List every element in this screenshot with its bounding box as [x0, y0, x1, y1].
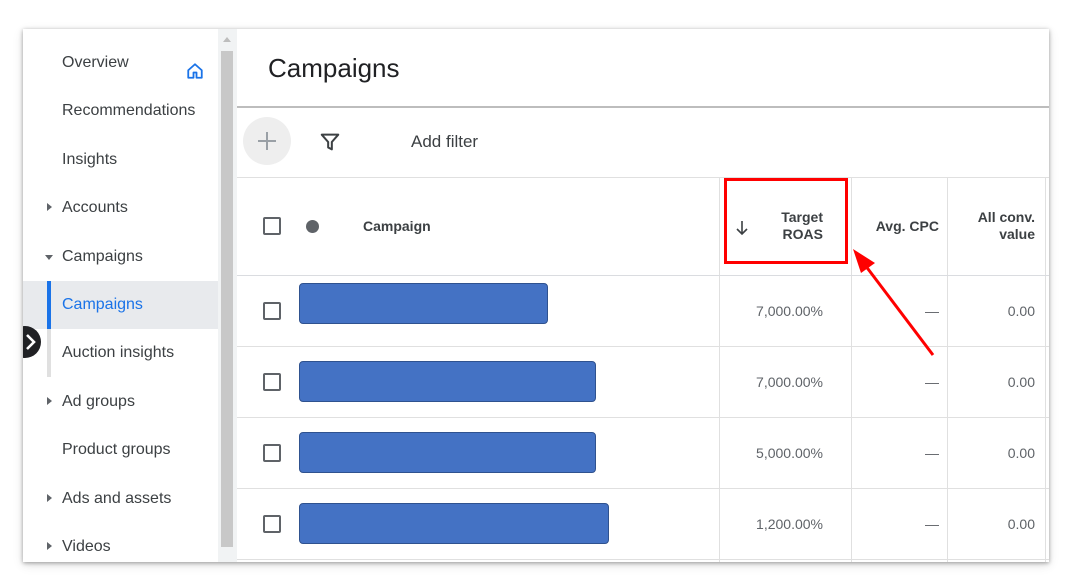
sidebar-item-label: Videos [62, 538, 111, 555]
sidebar-item-overview[interactable]: Overview [23, 39, 218, 87]
plus-icon [258, 132, 276, 150]
sidebar-item-label: Ad groups [62, 393, 135, 410]
target-roas-cell: 1,200.00% [756, 516, 823, 532]
sidebar-item-videos[interactable]: Videos [23, 523, 218, 562]
sidebar-item-auction-insights[interactable]: Auction insights [23, 329, 218, 377]
sidebar-item-campaigns[interactable]: Campaigns [23, 281, 218, 329]
select-all-checkbox[interactable] [263, 217, 281, 235]
sidebar-item-label: Recommendations [62, 102, 196, 119]
page-title: Campaigns [268, 53, 400, 83]
sidebar-item-ads-and-assets[interactable]: Ads and assets [23, 475, 218, 523]
filter-icon[interactable] [319, 131, 341, 153]
add-button[interactable] [243, 117, 291, 165]
redacted-campaign-name[interactable] [299, 361, 596, 402]
redacted-campaign-name[interactable] [299, 503, 609, 544]
all-conv-value-cell: 0.00 [1007, 303, 1035, 319]
redacted-campaign-name[interactable] [299, 283, 548, 324]
avg-cpc-cell: — [925, 445, 939, 461]
home-icon [187, 63, 203, 79]
sidebar-nav: Overview Recommendations Insights Accoun… [23, 29, 218, 562]
sidebar-item-label: Campaigns [62, 296, 143, 313]
target-roas-cell: 7,000.00% [756, 303, 823, 319]
status-column-icon[interactable] [306, 220, 319, 233]
all-conv-value-cell: 0.00 [1007, 374, 1035, 390]
row-checkbox[interactable] [263, 373, 281, 391]
annotation-highlight-box [724, 178, 848, 264]
target-roas-cell: 7,000.00% [756, 374, 823, 390]
collapse-caret-icon [45, 255, 53, 260]
sidebar-scrollbar[interactable] [218, 29, 237, 562]
annotation-arrow-icon [853, 249, 935, 356]
sidebar-item-label: Auction insights [62, 344, 175, 361]
column-header-campaign[interactable]: Campaign [363, 218, 431, 235]
sidebar-item-ad-groups[interactable]: Ad groups [23, 378, 218, 426]
column-header-all-conv-value[interactable]: All conv. value [955, 209, 1035, 243]
table-row[interactable]: 5,000.00% — 0.00 [237, 418, 1049, 489]
row-checkbox[interactable] [263, 302, 281, 320]
sidebar-item-label: Insights [62, 151, 118, 168]
expand-caret-icon [47, 494, 52, 502]
sidebar-item-insights[interactable]: Insights [23, 136, 218, 184]
sidebar-item-label: Overview [62, 54, 129, 71]
all-conv-value-cell: 0.00 [1007, 516, 1035, 532]
target-roas-cell: 5,000.00% [756, 445, 823, 461]
sidebar-item-label: Accounts [62, 199, 128, 216]
google-ads-window: Overview Recommendations Insights Accoun… [23, 29, 1049, 562]
add-filter-button[interactable]: Add filter [411, 132, 478, 152]
sidebar-item-campaigns-group[interactable]: Campaigns [23, 233, 218, 281]
filter-toolbar: Add filter [237, 108, 1049, 177]
table-row[interactable]: 1,200.00% — 0.00 [237, 489, 1049, 560]
redacted-campaign-name[interactable] [299, 432, 596, 473]
sidebar-item-label: Ads and assets [62, 490, 172, 507]
column-header-avg-cpc[interactable]: Avg. CPC [863, 218, 939, 235]
expand-caret-icon [47, 397, 52, 405]
expand-caret-icon [47, 542, 52, 550]
expand-caret-icon [47, 203, 52, 211]
sidebar-item-recommendations[interactable]: Recommendations [23, 87, 218, 135]
scroll-up-icon[interactable] [223, 37, 231, 42]
sidebar-item-label: Campaigns [62, 248, 143, 265]
avg-cpc-cell: — [925, 516, 939, 532]
row-checkbox[interactable] [263, 515, 281, 533]
scrollbar-thumb[interactable] [221, 51, 233, 547]
all-conv-value-cell: 0.00 [1007, 445, 1035, 461]
row-checkbox[interactable] [263, 444, 281, 462]
sidebar-item-label: Product groups [62, 441, 171, 458]
chevron-right-icon [26, 334, 36, 350]
sidebar-item-product-groups[interactable]: Product groups [23, 426, 218, 474]
sidebar-item-accounts[interactable]: Accounts [23, 184, 218, 232]
